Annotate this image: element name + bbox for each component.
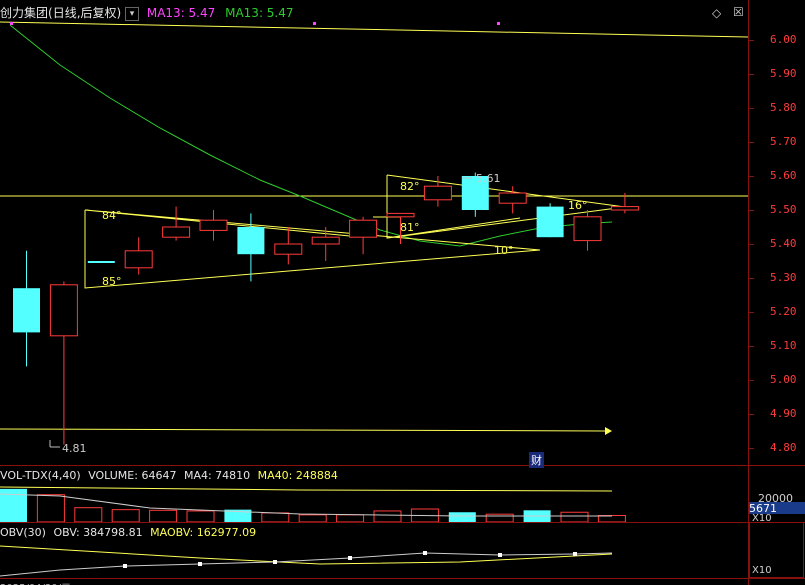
- price-tick-mark: [749, 176, 754, 177]
- obv-indicator-name[interactable]: OBV(30): [0, 526, 46, 539]
- volume-bar: [186, 510, 215, 522]
- volume-header: VOL-TDX(4,40) VOLUME: 64647 MA4: 74810 M…: [0, 469, 338, 482]
- candle-body: [199, 219, 228, 231]
- price-tick-label: 5.60: [770, 169, 797, 182]
- angle-label: 10°: [494, 244, 514, 257]
- price-tick-mark: [749, 108, 754, 109]
- price-tick-label: 5.50: [770, 203, 797, 216]
- candle-body: [536, 206, 564, 238]
- candle-body: [87, 261, 115, 263]
- candle-body: [311, 236, 340, 245]
- high-price-label: 5.61: [476, 172, 501, 185]
- candle-body: [349, 219, 378, 238]
- upper-trend-line: [0, 21, 748, 38]
- volume-bar: [448, 512, 476, 522]
- candle-body: [162, 226, 191, 238]
- ma-line: [9, 24, 613, 247]
- vol-ma40-line: [0, 486, 613, 492]
- price-tick-mark: [749, 210, 754, 211]
- triangle-pattern-1: [84, 209, 541, 289]
- volume-bar: [261, 512, 290, 522]
- obv-chart[interactable]: [0, 540, 748, 578]
- volume-bar: [336, 514, 365, 522]
- candle-body: [237, 227, 265, 255]
- volume-bar: [149, 509, 178, 522]
- candle-body: [386, 212, 415, 218]
- candle-body: [610, 206, 639, 211]
- candle-body: [124, 250, 153, 269]
- price-tick-mark: [749, 448, 754, 449]
- obv-scale: X10: [752, 565, 772, 576]
- volume-bar: [36, 494, 65, 522]
- angle-label: 16°: [568, 199, 588, 212]
- price-tick-mark: [749, 312, 754, 313]
- candlestick-chart[interactable]: 4.81 5.61 84° 85° 82° 81° 10° 16°: [0, 0, 748, 465]
- obv-panel-divider: [0, 578, 805, 579]
- price-tick-mark: [749, 244, 754, 245]
- price-tick-label: 5.00: [770, 373, 797, 386]
- support-arrow-line: [0, 428, 606, 432]
- price-tick-mark: [749, 278, 754, 279]
- price-tick-label: 6.00: [770, 33, 797, 46]
- obv-value: OBV: 384798.81: [53, 526, 143, 539]
- finance-badge[interactable]: 财: [529, 452, 544, 468]
- angle-label: 81°: [400, 221, 420, 234]
- volume-panel-divider: [0, 522, 805, 523]
- price-tick-mark: [749, 74, 754, 75]
- price-tick-mark: [749, 414, 754, 415]
- marker: [313, 22, 316, 25]
- candle-body: [13, 288, 40, 333]
- volume-bar: [298, 514, 327, 522]
- volume-bar: [485, 513, 514, 522]
- vol-ma4: MA4: 74810: [183, 469, 251, 482]
- volume-chart[interactable]: [0, 484, 748, 522]
- date-axis-partial: 2025/04/30/二: [0, 579, 71, 585]
- vol-indicator-name[interactable]: VOL-TDX(4,40): [0, 469, 81, 482]
- candle-body: [498, 192, 527, 204]
- maobv-value: MAOBV: 162977.09: [150, 526, 257, 539]
- marker: [10, 22, 13, 25]
- marker: [497, 22, 500, 25]
- candle-body: [573, 216, 602, 242]
- price-tick-label: 5.40: [770, 237, 797, 250]
- price-tick-label: 5.30: [770, 271, 797, 284]
- price-tick-label: 5.90: [770, 67, 797, 80]
- price-tick-mark: [749, 380, 754, 381]
- volume-bar: [560, 511, 589, 522]
- price-tick-mark: [749, 40, 754, 41]
- volume-bar: [111, 509, 140, 522]
- candle-body: [423, 185, 452, 201]
- price-tick-label: 5.20: [770, 305, 797, 318]
- price-tick-label: 5.70: [770, 135, 797, 148]
- price-axis-border: [748, 0, 749, 585]
- angle-label: 85°: [102, 275, 122, 288]
- main-panel-divider: [0, 465, 805, 466]
- price-tick-label: 5.80: [770, 101, 797, 114]
- candle-body: [274, 243, 303, 255]
- price-tick-mark: [749, 142, 754, 143]
- low-price-label: 4.81: [62, 442, 87, 455]
- obv-header: OBV(30) OBV: 384798.81 MAOBV: 162977.09: [0, 526, 256, 539]
- price-tick-label: 4.80: [770, 441, 797, 454]
- price-tick-mark: [749, 346, 754, 347]
- price-tick-label: 5.10: [770, 339, 797, 352]
- arrow-head-icon: [605, 427, 612, 435]
- candle-body: [49, 284, 78, 337]
- price-tick-label: 4.90: [770, 407, 797, 420]
- vol-ma40: MA40: 248884: [257, 469, 338, 482]
- volume-bar: [74, 507, 103, 522]
- angle-label: 82°: [400, 180, 420, 193]
- vol-value: VOLUME: 64647: [88, 469, 177, 482]
- angle-label: 84°: [102, 209, 122, 222]
- obv-line: [0, 552, 613, 577]
- volume-bar: [373, 510, 402, 522]
